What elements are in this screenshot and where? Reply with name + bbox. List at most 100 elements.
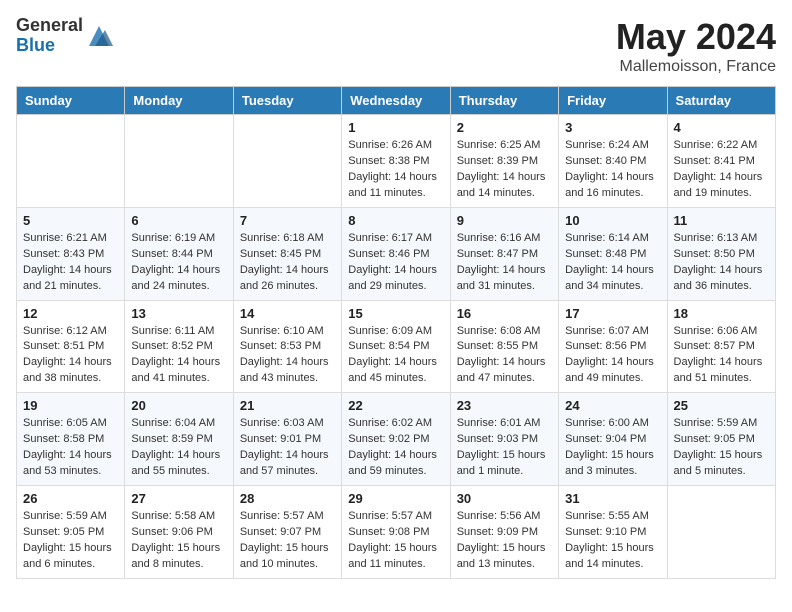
day-info-line: Sunset: 8:47 PM [457, 247, 552, 263]
day-number: 28 [240, 491, 335, 506]
calendar-week-row: 26Sunrise: 5:59 AMSunset: 9:05 PMDayligh… [17, 486, 776, 579]
day-info-line: Sunset: 9:06 PM [131, 525, 226, 541]
day-number: 7 [240, 213, 335, 228]
calendar-cell: 15Sunrise: 6:09 AMSunset: 8:54 PMDayligh… [342, 300, 450, 393]
day-info-line: Daylight: 14 hours [348, 263, 443, 279]
calendar-cell: 28Sunrise: 5:57 AMSunset: 9:07 PMDayligh… [233, 486, 341, 579]
day-info-line: and 6 minutes. [23, 557, 118, 573]
day-info-line: and 57 minutes. [240, 464, 335, 480]
calendar-cell [17, 115, 125, 208]
day-info-line: Daylight: 14 hours [457, 355, 552, 371]
day-info-line: Daylight: 15 hours [240, 541, 335, 557]
calendar-cell: 24Sunrise: 6:00 AMSunset: 9:04 PMDayligh… [559, 393, 667, 486]
day-info-line: and 51 minutes. [674, 371, 769, 387]
calendar-cell: 26Sunrise: 5:59 AMSunset: 9:05 PMDayligh… [17, 486, 125, 579]
day-number: 1 [348, 120, 443, 135]
day-info-line: Sunrise: 6:06 AM [674, 324, 769, 340]
day-info: Sunrise: 6:04 AMSunset: 8:59 PMDaylight:… [131, 416, 226, 480]
day-number: 18 [674, 306, 769, 321]
day-info-line: and 8 minutes. [131, 557, 226, 573]
day-info-line: and 26 minutes. [240, 279, 335, 295]
calendar-cell: 22Sunrise: 6:02 AMSunset: 9:02 PMDayligh… [342, 393, 450, 486]
day-info-line: Sunset: 9:04 PM [565, 432, 660, 448]
day-info-line: and 1 minute. [457, 464, 552, 480]
day-number: 25 [674, 398, 769, 413]
day-number: 4 [674, 120, 769, 135]
day-info-line: Sunrise: 6:00 AM [565, 416, 660, 432]
day-info: Sunrise: 6:01 AMSunset: 9:03 PMDaylight:… [457, 416, 552, 480]
day-info-line: Sunset: 9:03 PM [457, 432, 552, 448]
day-info-line: Daylight: 14 hours [348, 355, 443, 371]
calendar-cell: 31Sunrise: 5:55 AMSunset: 9:10 PMDayligh… [559, 486, 667, 579]
calendar-cell: 30Sunrise: 5:56 AMSunset: 9:09 PMDayligh… [450, 486, 558, 579]
day-number: 23 [457, 398, 552, 413]
weekday-header: Thursday [450, 87, 558, 115]
day-info-line: and 53 minutes. [23, 464, 118, 480]
day-info-line: Daylight: 15 hours [565, 541, 660, 557]
day-info: Sunrise: 5:58 AMSunset: 9:06 PMDaylight:… [131, 509, 226, 573]
day-number: 29 [348, 491, 443, 506]
day-info-line: Daylight: 15 hours [457, 448, 552, 464]
day-info-line: Sunrise: 6:14 AM [565, 231, 660, 247]
day-info-line: Daylight: 14 hours [23, 355, 118, 371]
calendar-cell: 13Sunrise: 6:11 AMSunset: 8:52 PMDayligh… [125, 300, 233, 393]
day-info-line: Daylight: 14 hours [457, 263, 552, 279]
calendar-cell: 21 Sunrise: 6:03 AMSunset: 9:01 PMDayligh… [233, 393, 341, 486]
day-info: Sunrise: 6:03 AMSunset: 9:01 PMDaylight:… [240, 416, 335, 480]
calendar-cell: 19Sunrise: 6:05 AMSunset: 8:58 PMDayligh… [17, 393, 125, 486]
day-info-line: Sunset: 8:55 PM [457, 339, 552, 355]
logo-icon [85, 22, 113, 50]
day-info-line: Daylight: 14 hours [240, 355, 335, 371]
day-info: Sunrise: 6:11 AMSunset: 8:52 PMDaylight:… [131, 324, 226, 388]
day-info-line: and 47 minutes. [457, 371, 552, 387]
day-info-line: Sunrise: 6:10 AM [240, 324, 335, 340]
day-info: Sunrise: 6:07 AMSunset: 8:56 PMDaylight:… [565, 324, 660, 388]
day-info-line: Sunset: 8:45 PM [240, 247, 335, 263]
day-number: 8 [348, 213, 443, 228]
day-number: 3 [565, 120, 660, 135]
day-info: Sunrise: 6:18 AMSunset: 8:45 PMDaylight:… [240, 231, 335, 295]
day-info-line: Sunset: 8:54 PM [348, 339, 443, 355]
day-number: 10 [565, 213, 660, 228]
calendar-cell: 12Sunrise: 6:12 AMSunset: 8:51 PMDayligh… [17, 300, 125, 393]
calendar-week-row: 12Sunrise: 6:12 AMSunset: 8:51 PMDayligh… [17, 300, 776, 393]
day-info-line: Daylight: 15 hours [23, 541, 118, 557]
day-info-line: Sunrise: 6:12 AM [23, 324, 118, 340]
day-info-line: Daylight: 14 hours [240, 448, 335, 464]
day-info-line: Sunrise: 5:55 AM [565, 509, 660, 525]
day-number: 30 [457, 491, 552, 506]
day-info: Sunrise: 6:19 AMSunset: 8:44 PMDaylight:… [131, 231, 226, 295]
day-info-line: Sunrise: 6:02 AM [348, 416, 443, 432]
day-info-line: Sunrise: 6:03 AM [240, 416, 335, 432]
day-info-line: Sunrise: 6:22 AM [674, 138, 769, 154]
day-number: 26 [23, 491, 118, 506]
day-info-line: and 14 minutes. [457, 186, 552, 202]
day-info-line: Daylight: 14 hours [565, 355, 660, 371]
day-info: Sunrise: 6:14 AMSunset: 8:48 PMDaylight:… [565, 231, 660, 295]
weekday-header: Saturday [667, 87, 775, 115]
day-info-line: and 59 minutes. [348, 464, 443, 480]
day-info-line: Daylight: 14 hours [457, 170, 552, 186]
day-info-line: Daylight: 14 hours [565, 263, 660, 279]
day-info-line: and 5 minutes. [674, 464, 769, 480]
day-info-line: Sunrise: 6:04 AM [131, 416, 226, 432]
day-info-line: Sunset: 9:08 PM [348, 525, 443, 541]
day-number: 21 [240, 398, 335, 413]
calendar-week-row: 19Sunrise: 6:05 AMSunset: 8:58 PMDayligh… [17, 393, 776, 486]
weekday-header: Sunday [17, 87, 125, 115]
day-info: Sunrise: 6:00 AMSunset: 9:04 PMDaylight:… [565, 416, 660, 480]
day-info-line: Sunrise: 6:24 AM [565, 138, 660, 154]
calendar-cell: 27Sunrise: 5:58 AMSunset: 9:06 PMDayligh… [125, 486, 233, 579]
calendar-cell: 16Sunrise: 6:08 AMSunset: 8:55 PMDayligh… [450, 300, 558, 393]
day-info: Sunrise: 6:24 AMSunset: 8:40 PMDaylight:… [565, 138, 660, 202]
day-number: 12 [23, 306, 118, 321]
day-info-line: Sunrise: 5:57 AM [348, 509, 443, 525]
calendar-cell: 29Sunrise: 5:57 AMSunset: 9:08 PMDayligh… [342, 486, 450, 579]
calendar-table: SundayMondayTuesdayWednesdayThursdayFrid… [16, 86, 776, 579]
weekday-header: Friday [559, 87, 667, 115]
weekday-header: Wednesday [342, 87, 450, 115]
weekday-header: Monday [125, 87, 233, 115]
day-info: Sunrise: 6:09 AMSunset: 8:54 PMDaylight:… [348, 324, 443, 388]
calendar-cell: 9Sunrise: 6:16 AMSunset: 8:47 PMDaylight… [450, 207, 558, 300]
calendar-cell: 25Sunrise: 5:59 AMSunset: 9:05 PMDayligh… [667, 393, 775, 486]
